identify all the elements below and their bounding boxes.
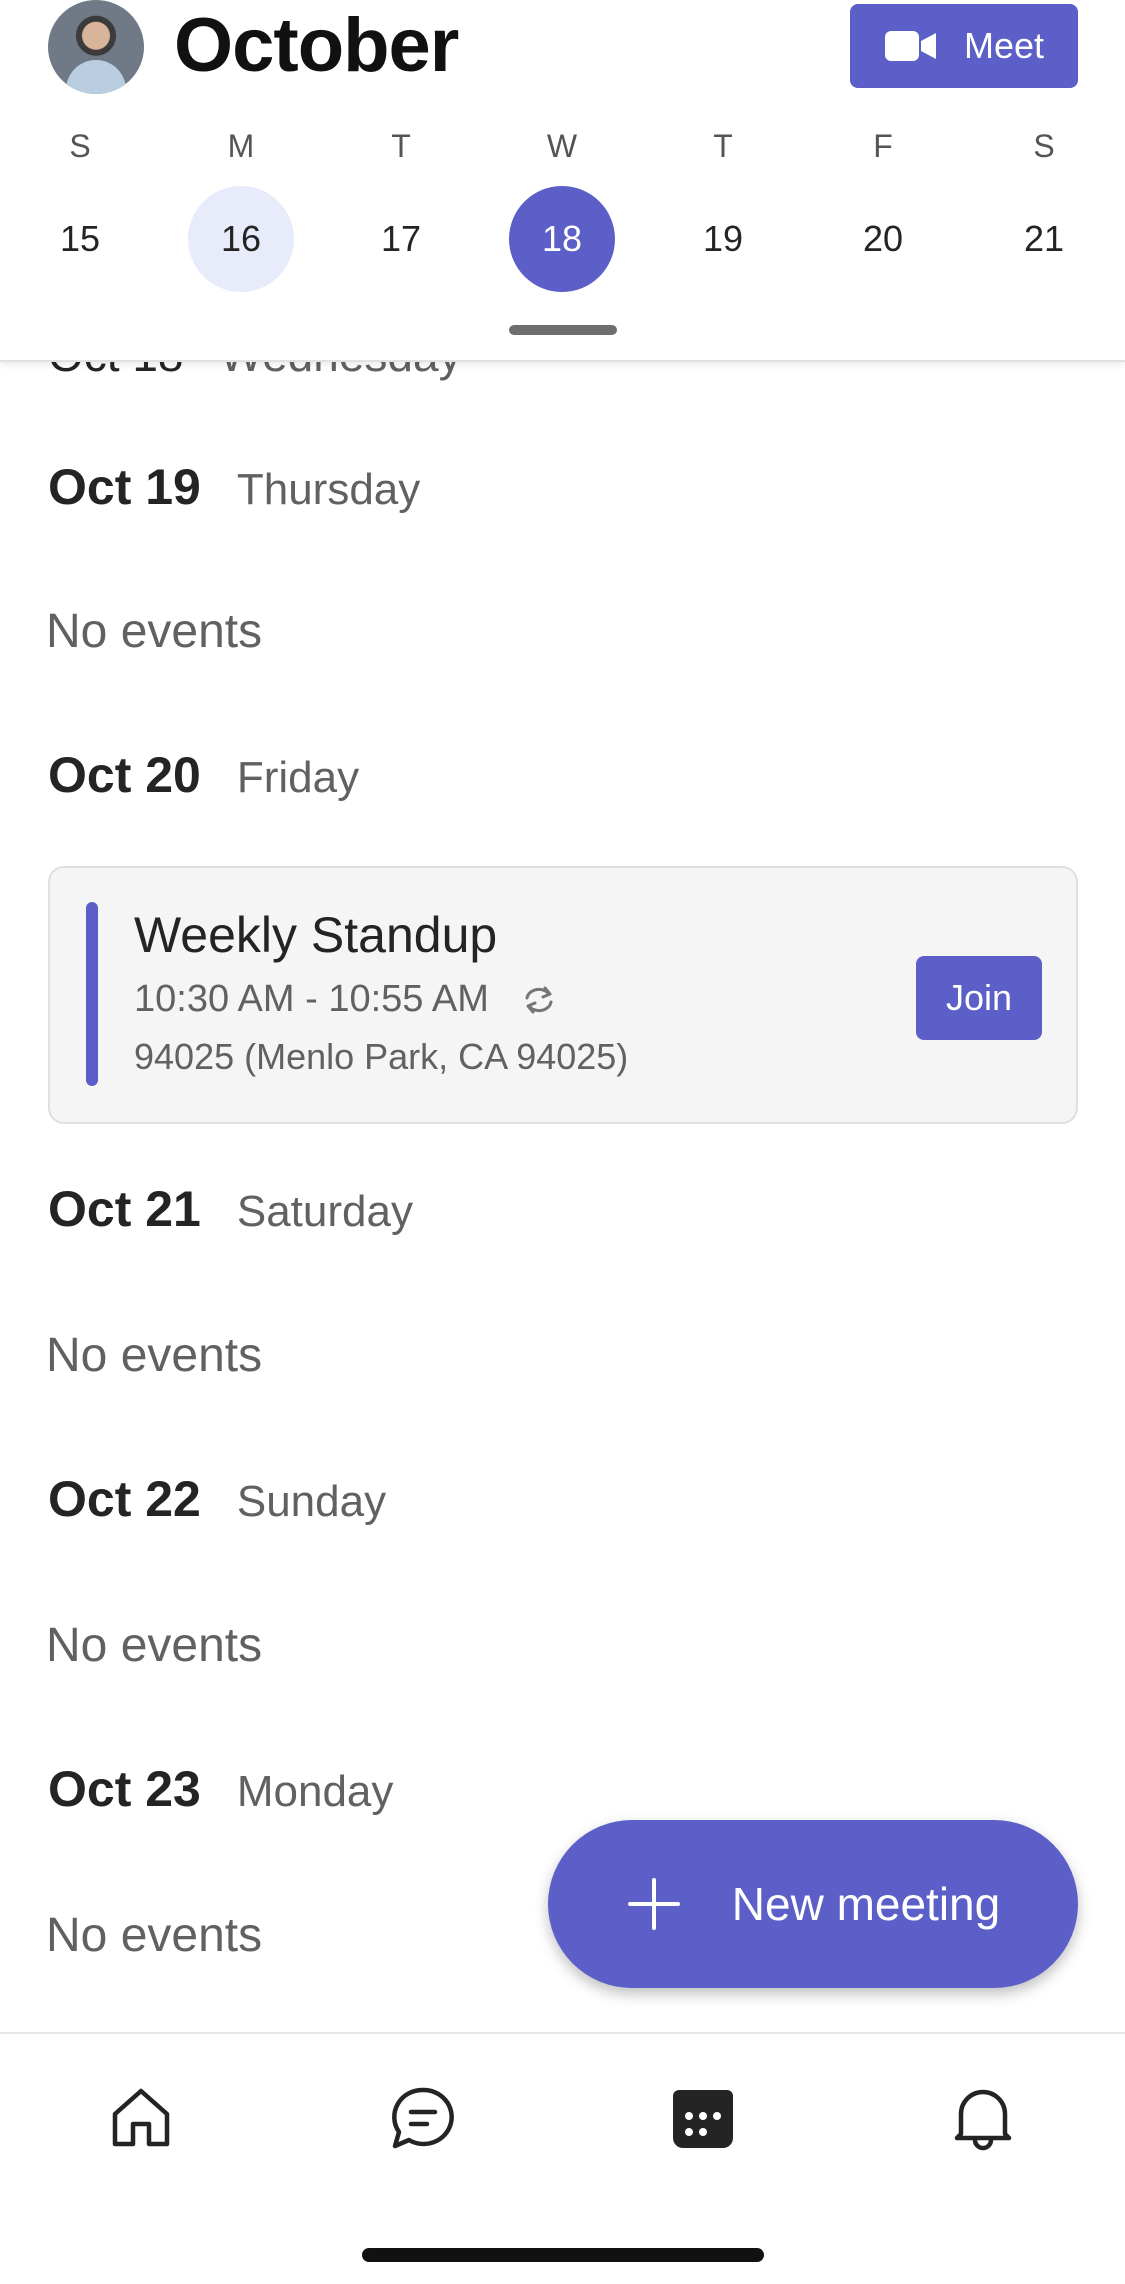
day-weekday: Friday [236,753,360,802]
day-date: Oct 21 [48,1181,201,1237]
meet-button-label: Meet [963,25,1045,66]
event-location: 94025 (Menlo Park, CA 94025) [134,1036,629,1077]
meet-button[interactable]: Meet [850,4,1078,88]
weekday-label: T [713,128,733,164]
day-20[interactable]: 20 [830,186,936,292]
weekday-label: T [391,128,411,164]
nav-calendar[interactable] [663,2078,743,2158]
day-weekday: Monday [236,1767,394,1816]
day-date: Oct 19 [48,459,201,515]
recurring-icon [525,986,553,1013]
avatar[interactable] [48,0,144,94]
nav-chat[interactable] [383,2078,463,2158]
day-18-selected[interactable]: 18 [509,186,615,292]
expand-handle[interactable] [509,325,617,335]
weekday-label: W [546,128,578,164]
weekday-label: S [69,128,91,164]
day-15[interactable]: 15 [27,186,133,292]
plus-icon [627,1878,680,1930]
event-title: Weekly Standup [134,907,498,963]
day-header-oct-22: Oct 22 Sunday [48,1470,386,1528]
home-icon [112,2088,170,2147]
no-events-label: No events [46,1909,263,1962]
day-date: Oct 23 [48,1761,201,1817]
event-card[interactable]: Weekly Standup 10:30 AM - 10:55 AM 94025… [48,866,1078,1124]
event-time: 10:30 AM - 10:55 AM [134,978,489,1020]
bell-icon [954,2089,1012,2151]
no-events-label: No events [46,1619,263,1672]
day-weekday: Saturday [236,1187,413,1236]
day-21[interactable]: 21 [991,186,1097,292]
no-events-label: No events [46,605,263,658]
join-button[interactable]: Join [916,956,1042,1040]
new-meeting-label: New meeting [731,1878,1001,1930]
video-camera-icon [884,31,936,61]
event-time-row: 10:30 AM - 10:55 AM [134,978,559,1021]
nav-home[interactable] [101,2078,181,2158]
calendar-header: October Meet S M T W T F S 15 16 17 18 1… [0,0,1125,362]
no-events-label: No events [46,1329,263,1382]
day-17[interactable]: 17 [348,186,454,292]
day-weekday: Thursday [236,465,421,514]
day-weekday: Sunday [236,1477,387,1526]
day-19[interactable]: 19 [670,186,776,292]
new-meeting-button[interactable]: New meeting [548,1820,1078,1988]
calendar-icon [673,2090,733,2148]
weekday-label: M [227,128,255,164]
day-header-oct-23: Oct 23 Monday [48,1760,393,1818]
day-header-oct-20: Oct 20 Friday [48,746,359,804]
chat-icon [392,2087,454,2149]
weekday-label: F [873,128,893,164]
day-header-oct-21: Oct 21 Saturday [48,1180,413,1238]
day-header-oct-19: Oct 19 Thursday [48,458,420,516]
bottom-nav [0,2032,1125,2284]
day-16[interactable]: 16 [188,186,294,292]
nav-activity[interactable] [943,2078,1023,2158]
month-title: October [174,3,459,88]
day-date: Oct 20 [48,747,201,803]
weekday-label: S [1033,128,1055,164]
day-date: Oct 22 [48,1471,201,1527]
event-color-bar [86,902,98,1086]
home-indicator[interactable] [362,2248,764,2262]
